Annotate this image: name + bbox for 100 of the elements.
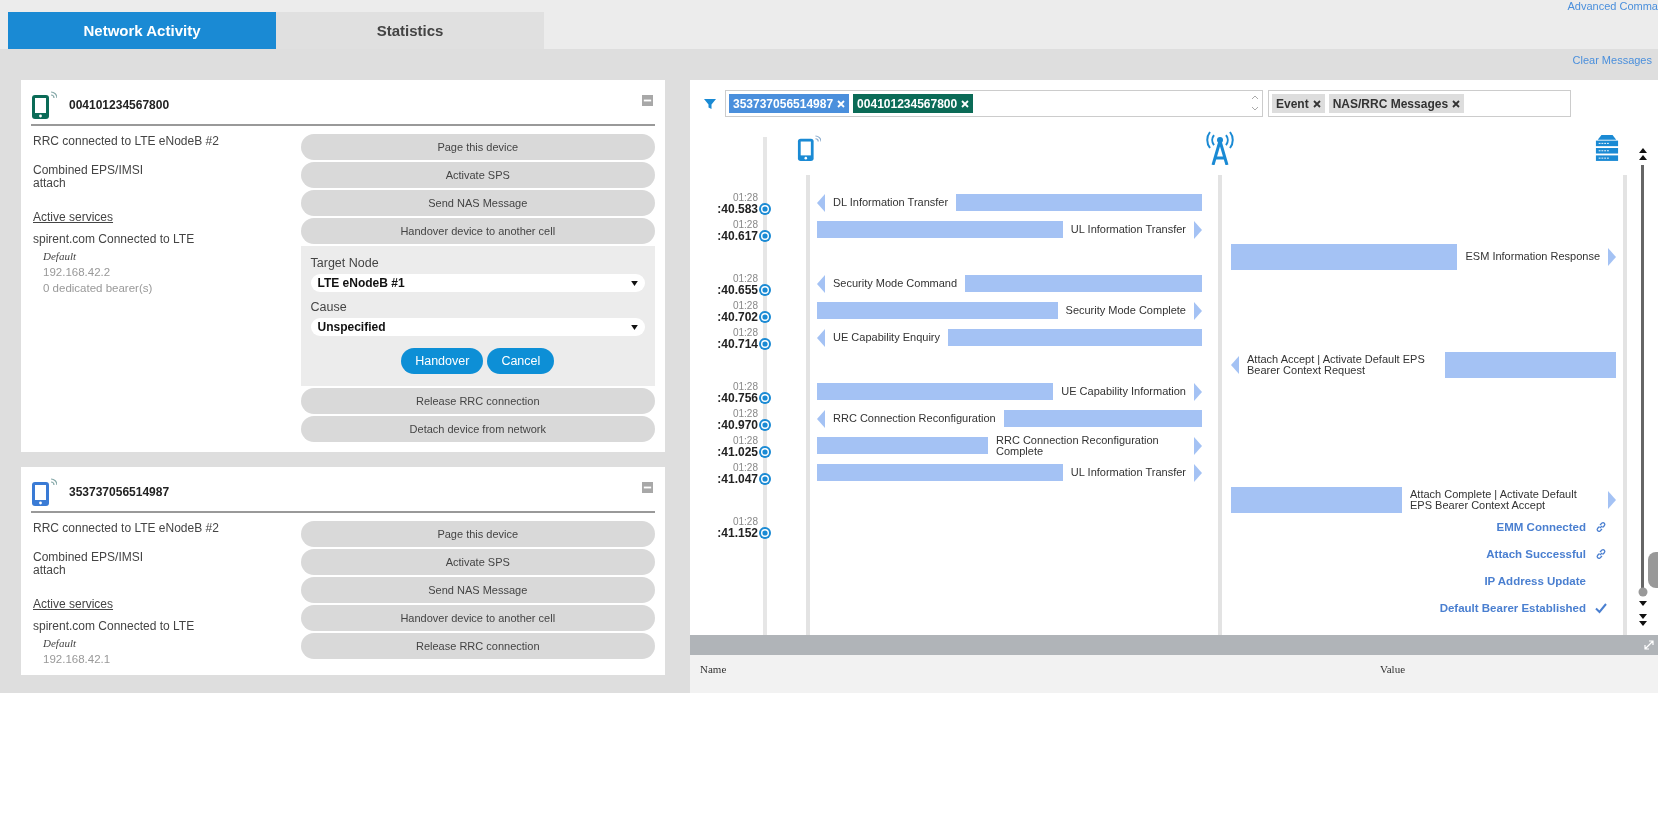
- filter-icon[interactable]: [704, 97, 716, 110]
- action-button[interactable]: Handover device to another cell: [300, 605, 655, 631]
- scroll-arrows-icon[interactable]: [1251, 93, 1259, 113]
- timeline-dot-icon[interactable]: [758, 283, 772, 297]
- device-tag[interactable]: 004101234567800: [853, 94, 974, 113]
- timestamp-minute: 01:28: [732, 327, 758, 338]
- form-button[interactable]: Cancel: [487, 348, 555, 374]
- action-button[interactable]: Handover device to another cell: [300, 218, 655, 244]
- timeline-dot-icon[interactable]: [758, 472, 772, 486]
- arrowhead-icon: [1194, 382, 1202, 401]
- message-label[interactable]: UL Information Transfer: [1062, 467, 1194, 478]
- type-tag[interactable]: Event: [1272, 94, 1325, 113]
- dropdown-field[interactable]: Unspecified: [310, 318, 645, 336]
- side-tab[interactable]: [1648, 552, 1658, 588]
- active-services-link[interactable]: Active services: [33, 597, 283, 611]
- ip-address: 192.168.42.1: [42, 653, 112, 665]
- bearer-name: Default: [42, 250, 77, 262]
- caret-icon: [631, 324, 638, 330]
- connection-status: RRC connected to LTE eNodeB #2: [33, 521, 220, 535]
- message-label[interactable]: Attach Accept | Activate Default EPS Bearer Context Request: [1239, 353, 1445, 376]
- remove-icon[interactable]: [1452, 99, 1461, 108]
- device-id: 353737056514987: [69, 485, 171, 499]
- timestamp: :40.655: [717, 284, 758, 297]
- remove-icon[interactable]: [1312, 99, 1321, 108]
- scroll-bottom-icon[interactable]: [1638, 613, 1648, 627]
- device-filter-field[interactable]: 353737056514987 004101234567800: [725, 90, 1263, 117]
- timeline-dot-icon[interactable]: [758, 526, 772, 540]
- message-label[interactable]: RRC Connection Reconfiguration: [825, 413, 1004, 424]
- form-button[interactable]: Handover: [401, 348, 484, 374]
- tab[interactable]: Statistics: [276, 12, 544, 49]
- attach-type: Combined EPS/IMSI attach: [33, 164, 145, 190]
- expand-icon[interactable]: [1644, 640, 1654, 650]
- ip-address: 192.168.42.2: [42, 266, 112, 278]
- arrowhead-icon: [1194, 463, 1202, 482]
- timestamp-minute: 01:28: [732, 219, 758, 230]
- type-tag[interactable]: NAS/RRC Messages: [1328, 94, 1465, 113]
- message-label[interactable]: ESM Information Response: [1457, 251, 1608, 262]
- message-label[interactable]: Security Mode Complete: [1057, 305, 1194, 316]
- bearer-name: Default: [42, 637, 77, 649]
- timeline-dot-icon[interactable]: [758, 229, 772, 243]
- timestamp-minute: 01:28: [732, 516, 758, 527]
- collapse-icon[interactable]: [642, 481, 653, 493]
- timestamp-minute: 01:28: [732, 408, 758, 419]
- action-button[interactable]: Release RRC connection: [300, 388, 655, 414]
- message-label[interactable]: Security Mode Command: [825, 278, 966, 289]
- action-button[interactable]: Detach device from network: [300, 416, 655, 442]
- timeline-dot-icon[interactable]: [758, 202, 772, 216]
- type-filter-field[interactable]: Event NAS/RRC Messages: [1268, 90, 1571, 117]
- action-button[interactable]: Release RRC connection: [300, 633, 655, 659]
- service-name: spirent.com Connected to LTE: [33, 619, 196, 633]
- message-bar[interactable]: [1445, 351, 1616, 378]
- timeline-dot-icon[interactable]: [758, 310, 772, 324]
- timestamp: :41.025: [717, 446, 758, 459]
- message-label[interactable]: UL Information Transfer: [1062, 224, 1194, 235]
- check-icon: [1595, 601, 1607, 614]
- timestamp: :41.047: [717, 473, 758, 486]
- active-services-link[interactable]: Active services: [33, 210, 283, 224]
- action-button[interactable]: Send NAS Message: [300, 577, 655, 603]
- event-label[interactable]: Default Bearer Established: [1439, 601, 1586, 614]
- phone-icon: [797, 133, 821, 163]
- link-icon: [1595, 547, 1607, 560]
- message-bar[interactable]: [1231, 486, 1402, 513]
- timestamp: :40.583: [717, 203, 758, 216]
- arrowhead-icon: [1608, 247, 1616, 266]
- timeline-dot-icon[interactable]: [758, 418, 772, 432]
- timestamp-minute: 01:28: [732, 300, 758, 311]
- action-button[interactable]: Send NAS Message: [300, 190, 655, 216]
- message-label[interactable]: UE Capability Enquiry: [825, 332, 948, 343]
- connection-status: RRC connected to LTE eNodeB #2: [33, 134, 220, 148]
- arrowhead-icon: [1231, 355, 1239, 374]
- arrowhead-icon: [817, 274, 825, 293]
- action-button[interactable]: Page this device: [300, 521, 655, 547]
- arrowhead-icon: [1194, 436, 1202, 455]
- collapse-icon[interactable]: [642, 94, 653, 106]
- action-button[interactable]: Activate SPS: [300, 549, 655, 575]
- dropdown-field[interactable]: LTE eNodeB #1: [310, 274, 645, 292]
- message-bar[interactable]: [1231, 243, 1458, 270]
- event-label[interactable]: Attach Successful: [1486, 547, 1586, 560]
- message-label[interactable]: RRC Connection Reconfiguration Complete: [988, 434, 1194, 457]
- message-label[interactable]: Attach Complete | Activate Default EPS Bearer Context Accept: [1402, 488, 1608, 511]
- timeline-dot-icon[interactable]: [758, 391, 772, 405]
- event-label[interactable]: EMM Connected: [1496, 520, 1586, 533]
- tab[interactable]: Network Activity: [8, 12, 276, 49]
- server-icon: [1595, 133, 1619, 163]
- service-name: spirent.com Connected to LTE: [33, 232, 196, 246]
- arrowhead-icon: [817, 328, 825, 347]
- arrowhead-icon: [817, 193, 825, 212]
- action-button[interactable]: Activate SPS: [300, 162, 655, 188]
- cell-tower-icon: [1205, 131, 1235, 165]
- event-label[interactable]: IP Address Update: [1484, 574, 1586, 587]
- message-label[interactable]: DL Information Transfer: [825, 197, 957, 208]
- message-label[interactable]: UE Capability Information: [1053, 386, 1194, 397]
- action-button[interactable]: Page this device: [300, 134, 655, 160]
- timeline-dot-icon[interactable]: [758, 337, 772, 351]
- scroll-top-icon[interactable]: [1638, 147, 1648, 161]
- timeline-dot-icon[interactable]: [758, 445, 772, 459]
- scroll-down-icon[interactable]: [1638, 600, 1648, 607]
- scroll-thumb-icon[interactable]: [1638, 587, 1648, 597]
- arrowhead-icon: [817, 409, 825, 428]
- timestamp-minute: 01:28: [732, 462, 758, 473]
